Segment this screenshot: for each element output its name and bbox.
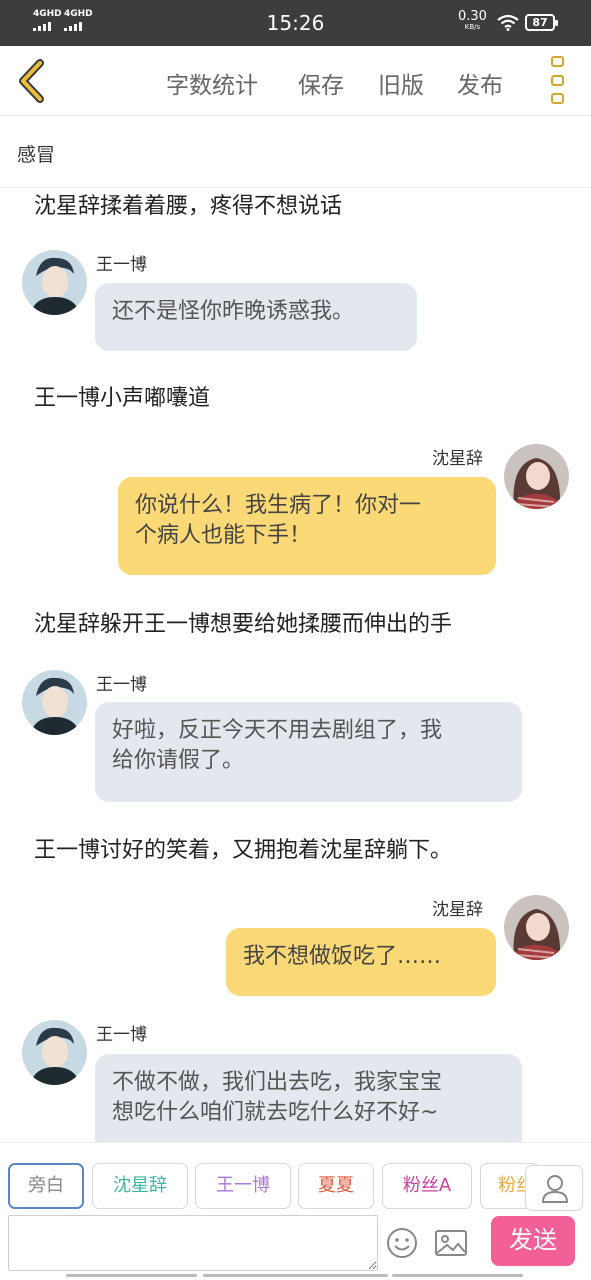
manage-roles-button[interactable] bbox=[525, 1165, 583, 1211]
sender-name: 沈星辞 bbox=[432, 900, 483, 920]
nav-bar-segment bbox=[66, 1274, 197, 1277]
message-line: 想吃什么咱们就去吃什么好不好~ bbox=[112, 1100, 439, 1125]
word-count-button[interactable]: 字数统计 bbox=[166, 66, 258, 100]
role-chip-shen-xingci[interactable]: 沈星辞 bbox=[92, 1163, 188, 1209]
avatar-wang-yibo[interactable] bbox=[22, 250, 87, 315]
avatar-wang-yibo[interactable] bbox=[22, 670, 87, 735]
message-line: 我不想做饭吃了…… bbox=[243, 944, 442, 969]
story-title: 感冒 bbox=[17, 144, 56, 166]
message-line: 好啦，反正今天不用去剧组了，我 bbox=[112, 718, 443, 743]
role-chip-wang-yibo[interactable]: 王一博 bbox=[195, 1163, 291, 1209]
network-speed: 0.30 KB/s bbox=[458, 9, 487, 33]
image-icon[interactable] bbox=[434, 1228, 468, 1258]
avatar-wang-yibo[interactable] bbox=[22, 1020, 87, 1085]
message-bubble[interactable]: 你说什么！我生病了！你对一 个病人也能下手！ bbox=[118, 477, 496, 575]
narration-text: 沈星辞揉着着腰，疼得不想说话 bbox=[34, 194, 343, 219]
narration-text: 王一博小声嘟囔道 bbox=[34, 386, 211, 411]
message-line: 个病人也能下手！ bbox=[135, 523, 312, 548]
status-bar: 4GHD 4GHD 15:26 0.30 KB/s 87 bbox=[0, 0, 591, 46]
send-button[interactable]: 发送 bbox=[491, 1216, 575, 1266]
battery-icon: 87 bbox=[525, 14, 558, 31]
message-bubble[interactable]: 还不是怪你昨晚诱惑我。 bbox=[95, 283, 417, 351]
person-icon bbox=[541, 1175, 569, 1203]
more-menu-icon[interactable] bbox=[551, 56, 567, 104]
narration-text: 沈星辞躲开王一博想要给她揉腰而伸出的手 bbox=[34, 612, 453, 637]
message-line: 你说什么！我生病了！你对一 bbox=[135, 493, 422, 518]
chat-area[interactable]: 沈星辞揉着着腰，疼得不想说话 王一博 还不是怪你昨晚诱惑我。 王一博小声嘟囔道 … bbox=[0, 188, 591, 1142]
message-bubble[interactable]: 不做不做，我们出去吃，我家宝宝 想吃什么咱们就去吃什么好不好~ bbox=[95, 1054, 522, 1142]
composer-bar: 发送 bbox=[0, 1212, 591, 1280]
narration-text: 王一博讨好的笑着，又拥抱着沈星辞躺下。 bbox=[34, 838, 453, 863]
story-title-row[interactable]: 感冒 bbox=[0, 116, 591, 188]
nav-bar-segment bbox=[392, 1274, 523, 1277]
role-chip-fan-a[interactable]: 粉丝A bbox=[382, 1163, 472, 1209]
sender-name: 沈星辞 bbox=[432, 449, 483, 469]
avatar-shen-xingci[interactable] bbox=[504, 444, 569, 509]
message-input[interactable] bbox=[8, 1215, 378, 1271]
message-line: 不做不做，我们出去吃，我家宝宝 bbox=[112, 1070, 443, 1095]
old-version-button[interactable]: 旧版 bbox=[378, 66, 424, 100]
save-button[interactable]: 保存 bbox=[298, 66, 344, 100]
role-selector-bar: 旁白 沈星辞 王一博 夏夏 粉丝A 粉丝 bbox=[0, 1142, 591, 1212]
message-line: 还不是怪你昨晚诱惑我。 bbox=[112, 299, 355, 324]
avatar-shen-xingci[interactable] bbox=[504, 895, 569, 960]
sender-name: 王一博 bbox=[96, 675, 147, 695]
editor-toolbar: 字数统计 保存 旧版 发布 bbox=[0, 46, 591, 116]
nav-bar-segment bbox=[203, 1274, 388, 1277]
message-bubble[interactable]: 我不想做饭吃了…… bbox=[226, 928, 496, 996]
message-line: 给你请假了。 bbox=[112, 748, 245, 773]
sender-name: 王一博 bbox=[96, 1025, 147, 1045]
sender-name: 王一博 bbox=[96, 255, 147, 275]
wifi-icon bbox=[497, 14, 519, 31]
publish-button[interactable]: 发布 bbox=[457, 66, 503, 100]
network-speed-value: 0.30 bbox=[458, 9, 487, 24]
role-chip-xia-xia[interactable]: 夏夏 bbox=[298, 1163, 374, 1209]
emoji-icon[interactable] bbox=[385, 1226, 419, 1260]
message-bubble[interactable]: 好啦，反正今天不用去剧组了，我 给你请假了。 bbox=[95, 702, 522, 802]
role-chip-narration[interactable]: 旁白 bbox=[8, 1163, 84, 1209]
back-chevron-icon[interactable] bbox=[14, 58, 50, 104]
